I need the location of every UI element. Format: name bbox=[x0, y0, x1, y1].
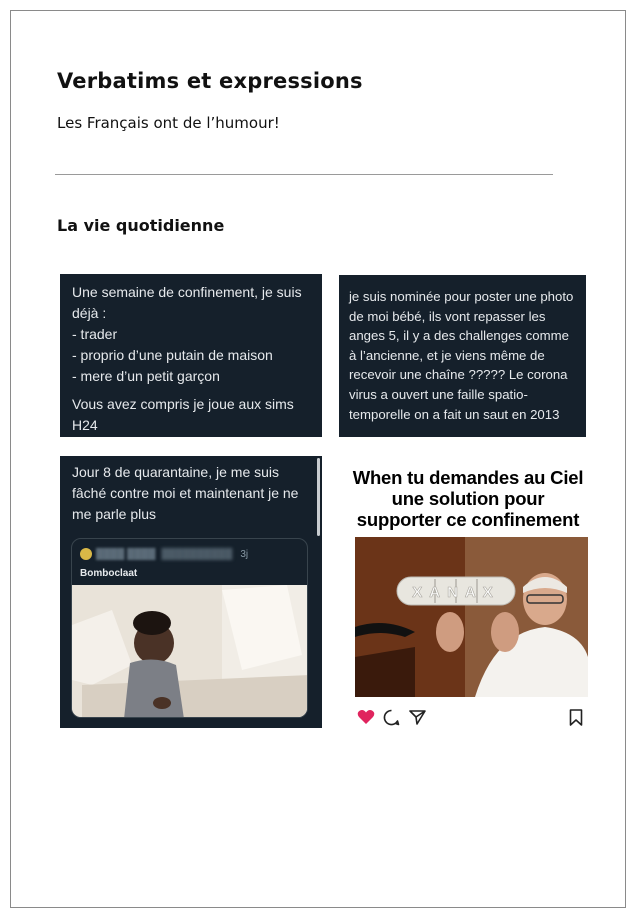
tweet-card-nominee: je suis nominée pour poster une photo de… bbox=[339, 275, 586, 437]
scrollbar bbox=[317, 458, 320, 536]
tweet-line: H24 bbox=[72, 417, 98, 433]
child-photo-illustration bbox=[72, 585, 307, 717]
quoted-tweet: ████ ████ ██████████ 3j Bomboclaat bbox=[71, 538, 308, 718]
child-photo bbox=[72, 585, 307, 717]
quoted-tweet-time: 3j bbox=[240, 548, 249, 560]
tweet-card-quarantine: Jour 8 de quarantaine, je me suis fâché … bbox=[60, 456, 322, 728]
divider bbox=[55, 174, 553, 175]
tweet-line: Vous avez compris je joue aux sims bbox=[72, 396, 294, 412]
quoted-author-handle-blurred: ██████████ bbox=[161, 548, 233, 560]
tweet-line: - mere d’un petit garçon bbox=[72, 368, 220, 384]
meme-caption: When tu demandes au Ciel une solution po… bbox=[352, 467, 584, 530]
pill-text: XANAX bbox=[412, 584, 500, 601]
page-subtitle: Les Français ont de l’humour! bbox=[57, 114, 280, 132]
heart-icon[interactable] bbox=[357, 709, 375, 730]
quoted-author-name-blurred: ████ ████ bbox=[96, 548, 156, 560]
bookmark-icon[interactable] bbox=[569, 709, 583, 731]
avatar bbox=[80, 548, 92, 560]
tweet-text: je suis nominée pour poster une photo de… bbox=[349, 289, 574, 422]
section-title: La vie quotidienne bbox=[57, 216, 225, 235]
comment-icon[interactable] bbox=[383, 709, 400, 731]
share-icon[interactable] bbox=[409, 709, 426, 731]
tweet-card-sims: Une semaine de confinement, je suis déjà… bbox=[60, 274, 322, 437]
meme-illustration: XANAX bbox=[355, 537, 588, 697]
quoted-tweet-text: Bomboclaat bbox=[80, 568, 138, 579]
tweet-line: - proprio d’une putain de maison bbox=[72, 347, 273, 363]
document-page: Verbatims et expressions Les Français on… bbox=[10, 10, 626, 908]
page-title: Verbatims et expressions bbox=[57, 69, 363, 93]
tweet-line: Une semaine de confinement, je suis bbox=[72, 284, 302, 300]
instagram-post: When tu demandes au Ciel une solution po… bbox=[347, 457, 589, 735]
quoted-tweet-header: ████ ████ ██████████ 3j bbox=[80, 545, 248, 563]
tweet-line: déjà : bbox=[72, 305, 107, 321]
post-actions bbox=[355, 709, 587, 729]
tweet-text: Jour 8 de quarantaine, je me suis fâché … bbox=[72, 464, 299, 522]
meme-image: XANAX bbox=[355, 537, 588, 697]
tweet-line: - trader bbox=[72, 326, 118, 342]
tweet-gap bbox=[72, 387, 310, 394]
